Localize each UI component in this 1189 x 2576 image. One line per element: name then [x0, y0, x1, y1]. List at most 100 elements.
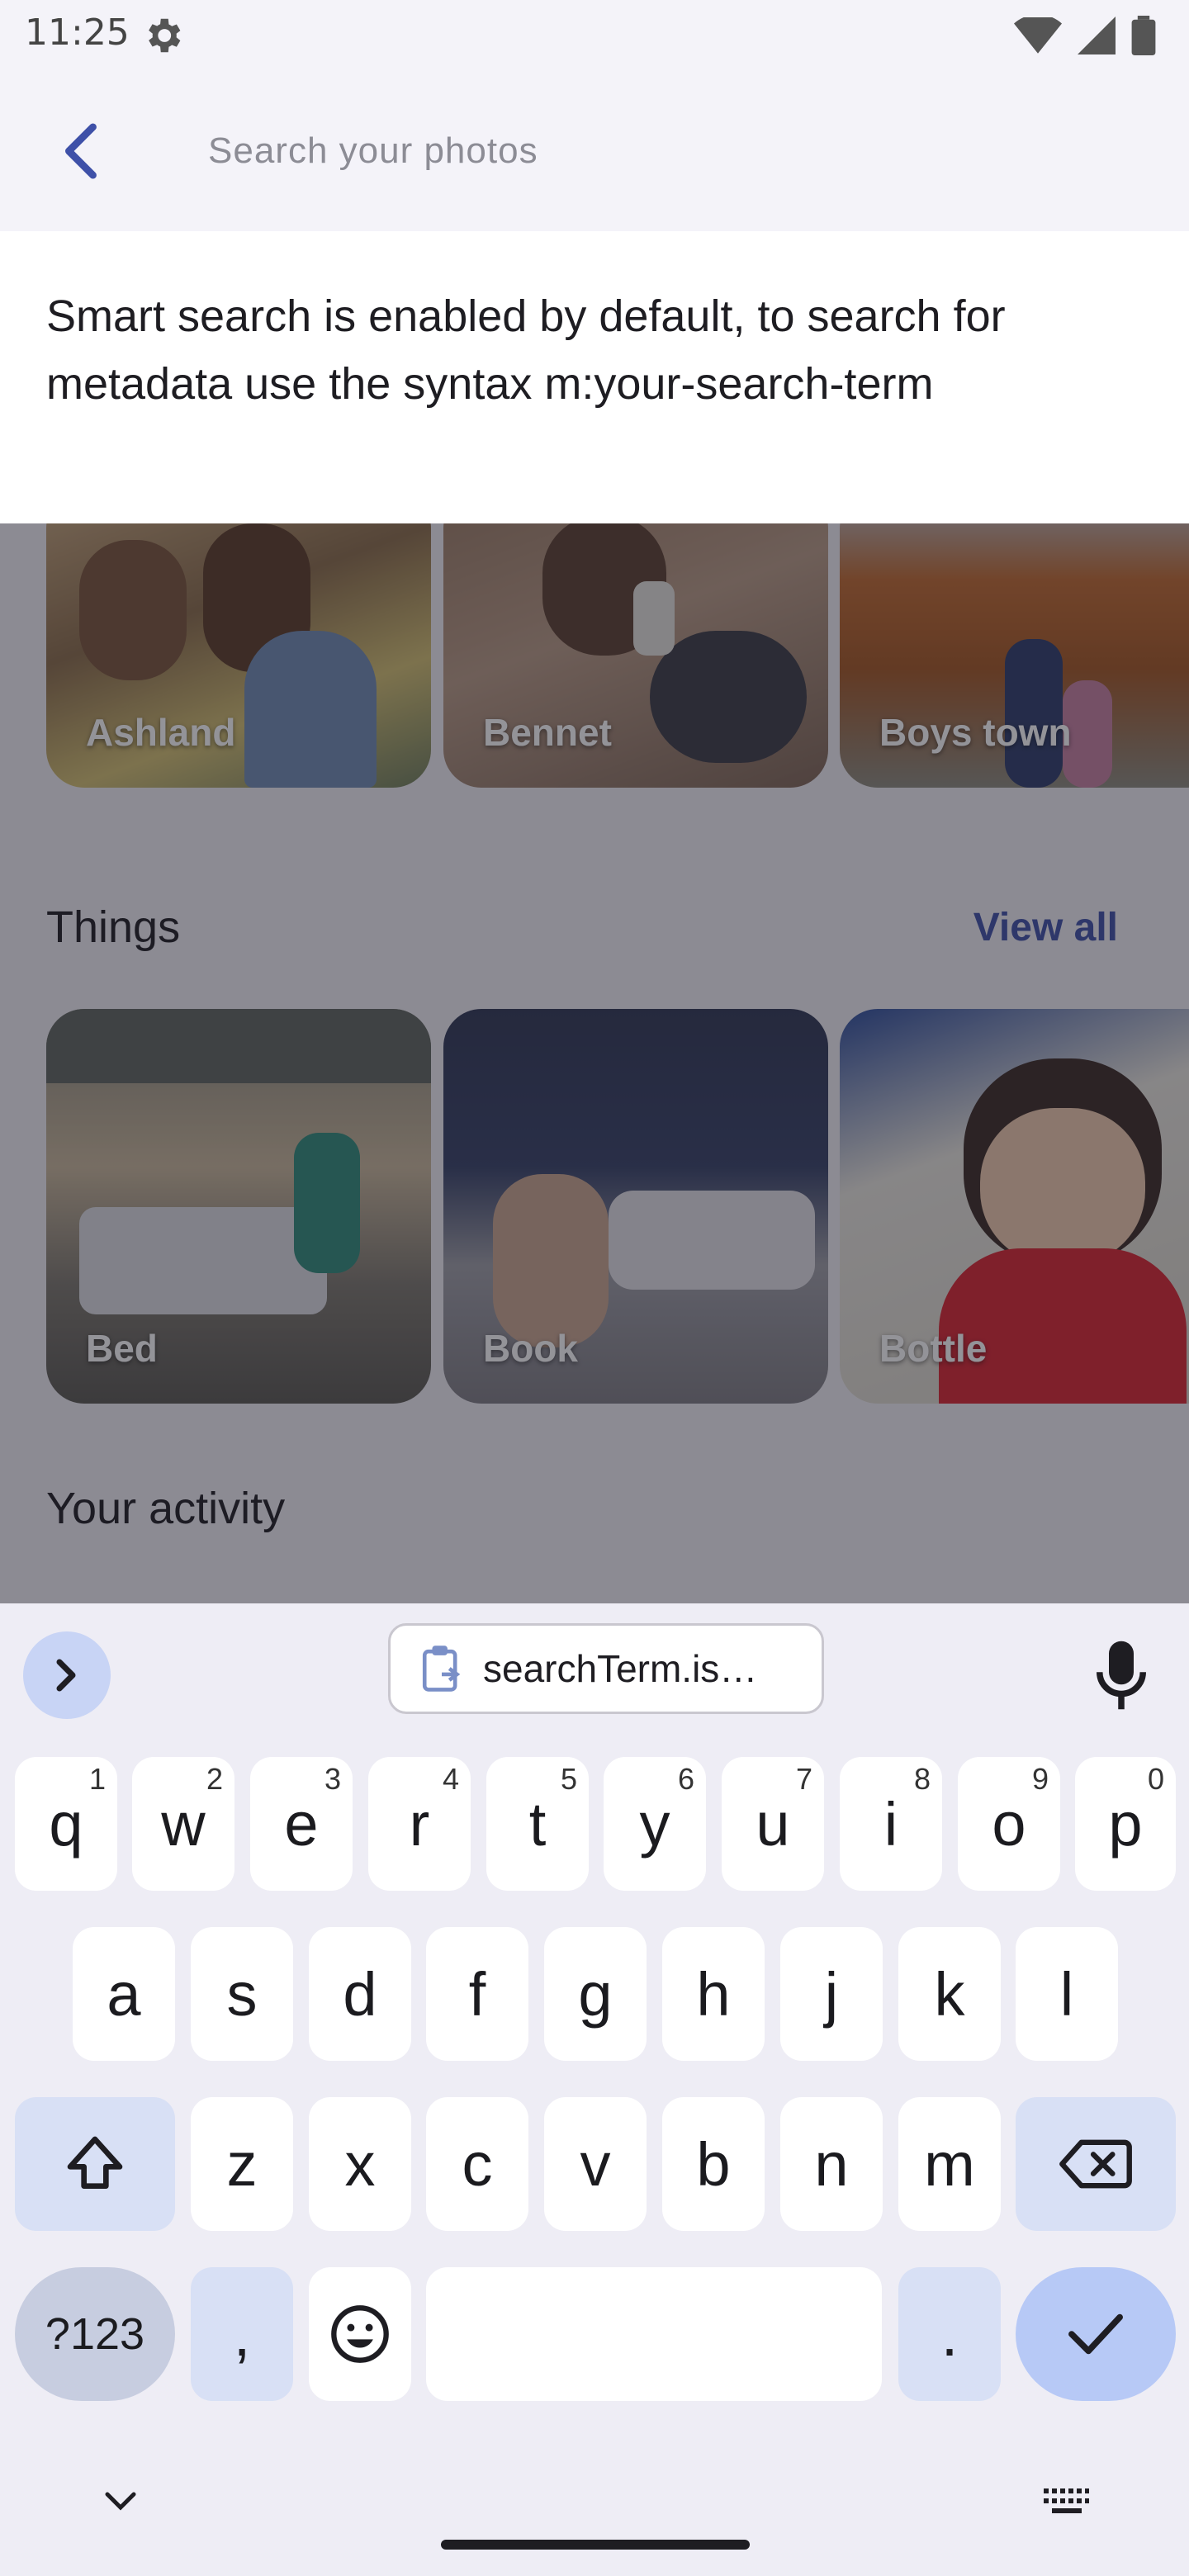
key-e[interactable]: e3	[250, 1757, 353, 1891]
thing-card-bed[interactable]: Bed	[46, 1009, 431, 1404]
key-hint: 7	[795, 1762, 812, 1796]
keyboard-expand-button[interactable]	[23, 1631, 111, 1719]
key-z[interactable]: z	[191, 2097, 293, 2231]
key-r[interactable]: r4	[368, 1757, 471, 1891]
key-f[interactable]: f	[426, 1927, 528, 2061]
keyboard-nav-bar	[0, 2460, 1189, 2576]
place-label: Ashland	[86, 711, 236, 754]
emoji-icon	[331, 2305, 389, 2363]
space-key[interactable]	[426, 2267, 882, 2401]
soft-keyboard: searchTerm.is… q1 w2 e3 r4 t5 y6 u7 i8 o…	[0, 1603, 1189, 2576]
key-letter: v	[580, 2129, 611, 2199]
clipboard-link-icon	[422, 1646, 461, 1692]
key-a[interactable]: a	[73, 1927, 175, 2061]
place-card-bennet[interactable]: Bennet	[443, 523, 828, 788]
key-s[interactable]: s	[191, 1927, 293, 2061]
key-h[interactable]: h	[662, 1927, 765, 2061]
key-j[interactable]: j	[780, 1927, 883, 2061]
key-letter: m	[924, 2129, 975, 2199]
key-hint: 8	[913, 1762, 931, 1796]
battery-icon	[1131, 16, 1156, 55]
keyboard-switch-icon[interactable]	[1042, 2485, 1090, 2518]
key-letter: u	[756, 1789, 790, 1859]
status-bar: 11:25	[0, 0, 1189, 69]
period-key[interactable]: .	[898, 2267, 1001, 2401]
key-letter: k	[934, 1959, 965, 2029]
key-letter: x	[344, 2129, 376, 2199]
thing-label: Bottle	[879, 1327, 988, 1370]
hint-text: Smart search is enabled by default, to s…	[46, 291, 1006, 409]
key-letter: f	[468, 1959, 486, 2029]
key-x[interactable]: x	[309, 2097, 411, 2231]
smart-search-hint: Smart search is enabled by default, to s…	[0, 231, 1189, 523]
clipboard-suggestion-chip[interactable]: searchTerm.is…	[388, 1623, 824, 1714]
backspace-icon	[1059, 2139, 1132, 2189]
enter-key[interactable]	[1016, 2267, 1176, 2401]
key-letter: r	[409, 1789, 430, 1859]
place-card-ashland[interactable]: Ashland	[46, 523, 431, 788]
period-key-label: .	[940, 2299, 959, 2369]
thing-card-book[interactable]: Book	[443, 1009, 828, 1404]
key-v[interactable]: v	[544, 2097, 647, 2231]
symbols-key[interactable]: ?123	[15, 2267, 175, 2401]
place-label: Bennet	[483, 711, 612, 754]
gear-icon	[149, 18, 181, 53]
clipboard-text: searchTerm.is…	[483, 1647, 758, 1690]
search-header	[0, 69, 1189, 231]
thing-card-bottle[interactable]: Bottle	[840, 1009, 1189, 1404]
place-card-boys-town[interactable]: Boys town	[840, 523, 1189, 788]
key-i[interactable]: i8	[840, 1757, 942, 1891]
key-c[interactable]: c	[426, 2097, 528, 2231]
backspace-key[interactable]	[1016, 2097, 1176, 2231]
check-icon	[1068, 2313, 1123, 2355]
key-d[interactable]: d	[309, 1927, 411, 2061]
emoji-key[interactable]	[309, 2267, 411, 2401]
things-view-all-link[interactable]: View all	[973, 905, 1118, 950]
key-m[interactable]: m	[898, 2097, 1001, 2231]
key-p[interactable]: p0	[1075, 1757, 1176, 1891]
key-letter: d	[343, 1959, 377, 2029]
hide-keyboard-icon[interactable]	[102, 2488, 139, 2513]
key-letter: t	[528, 1789, 547, 1859]
key-g[interactable]: g	[544, 1927, 647, 2061]
key-b[interactable]: b	[662, 2097, 765, 2231]
key-letter: w	[161, 1789, 206, 1859]
back-button[interactable]	[43, 114, 117, 188]
key-hint: 4	[442, 1762, 459, 1796]
keyboard-toolbar: searchTerm.is…	[0, 1603, 1189, 1719]
key-letter: i	[883, 1789, 898, 1859]
key-letter: a	[107, 1959, 141, 2029]
key-u[interactable]: u7	[722, 1757, 824, 1891]
key-hint: 2	[206, 1762, 223, 1796]
arrow-back-icon	[65, 123, 97, 179]
key-hint: 3	[324, 1762, 341, 1796]
key-letter: q	[49, 1789, 83, 1859]
microphone-icon[interactable]	[1088, 1638, 1154, 1712]
key-t[interactable]: t5	[486, 1757, 589, 1891]
key-n[interactable]: n	[780, 2097, 883, 2231]
shift-icon	[67, 2136, 123, 2189]
key-hint: 6	[677, 1762, 694, 1796]
key-letter: b	[696, 2129, 731, 2199]
key-letter: y	[639, 1789, 670, 1859]
key-letter: g	[578, 1959, 613, 2029]
status-icons	[1014, 15, 1156, 56]
key-letter: l	[1059, 1959, 1074, 2029]
comma-key[interactable]: ,	[191, 2267, 293, 2401]
key-hint: 1	[88, 1762, 106, 1796]
key-hint: 5	[560, 1762, 577, 1796]
key-o[interactable]: o9	[958, 1757, 1060, 1891]
key-k[interactable]: k	[898, 1927, 1001, 2061]
key-l[interactable]: l	[1016, 1927, 1118, 2061]
things-title: Things	[46, 902, 181, 952]
search-input[interactable]	[208, 122, 1116, 180]
comma-key-label: ,	[233, 2299, 251, 2369]
key-w[interactable]: w2	[132, 1757, 234, 1891]
shift-key[interactable]	[15, 2097, 175, 2231]
home-indicator[interactable]	[441, 2540, 750, 2550]
key-letter: c	[462, 2129, 493, 2199]
chevron-right-icon	[56, 1659, 76, 1692]
activity-title: Your activity	[46, 1484, 286, 1533]
key-y[interactable]: y6	[604, 1757, 706, 1891]
key-q[interactable]: q1	[15, 1757, 117, 1891]
